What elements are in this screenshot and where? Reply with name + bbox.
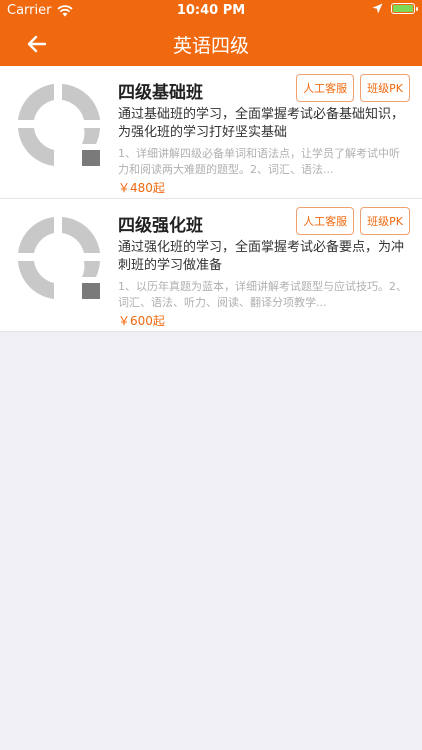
course-title: 四级基础班	[118, 83, 203, 103]
status-time: 10:40 PM	[176, 3, 246, 18]
course-card[interactable]: 四级强化班 人工客服 班级PK 通过强化班的学习，全面掌握考试必备要点，为冲刺班…	[0, 199, 422, 332]
course-actions: 人工客服 班级PK	[296, 74, 410, 102]
course-title: 四级强化班	[118, 216, 203, 236]
course-actions: 人工客服 班级PK	[296, 207, 410, 235]
page-title: 英语四级	[172, 35, 249, 57]
course-description: 1、详细讲解四级必备单词和语法点，让学员了解考试中听力和阅读两大难题的题型。2、…	[118, 147, 400, 176]
course-description: 1、以历年真题为蓝本，详细讲解考试题型与应试技巧。2、词汇、语法、听力、阅读、翻…	[118, 280, 407, 309]
location-arrow-icon	[372, 3, 383, 14]
status-right	[372, 3, 418, 14]
course-price: ￥600起	[118, 314, 165, 328]
course-price: ￥480起	[118, 181, 165, 195]
battery-level	[393, 5, 413, 12]
status-bar: Carrier 10:40 PM	[0, 0, 422, 22]
class-pk-button[interactable]: 班级PK	[360, 207, 410, 235]
customer-service-button[interactable]: 人工客服	[296, 74, 355, 102]
customer-service-button[interactable]: 人工客服	[296, 207, 355, 235]
class-pk-button[interactable]: 班级PK	[360, 74, 410, 102]
course-list: 四级基础班 人工客服 班级PK 通过基础班的学习，全面掌握考试必备基础知识，为强…	[0, 66, 422, 332]
course-thumbnail-placeholder-icon	[18, 217, 100, 299]
navigation-bar: 英语四级	[0, 22, 422, 66]
course-subtitle: 通过基础班的学习，全面掌握考试必备基础知识，为强化班的学习打好坚实基础	[118, 107, 405, 140]
course-thumbnail-placeholder-icon	[18, 84, 100, 166]
course-card[interactable]: 四级基础班 人工客服 班级PK 通过基础班的学习，全面掌握考试必备基础知识，为强…	[0, 66, 422, 199]
header: Carrier 10:40 PM 英语四级	[0, 0, 422, 66]
battery-icon	[391, 3, 418, 14]
course-subtitle: 通过强化班的学习，全面掌握考试必备要点，为冲刺班的学习做准备	[118, 240, 405, 273]
